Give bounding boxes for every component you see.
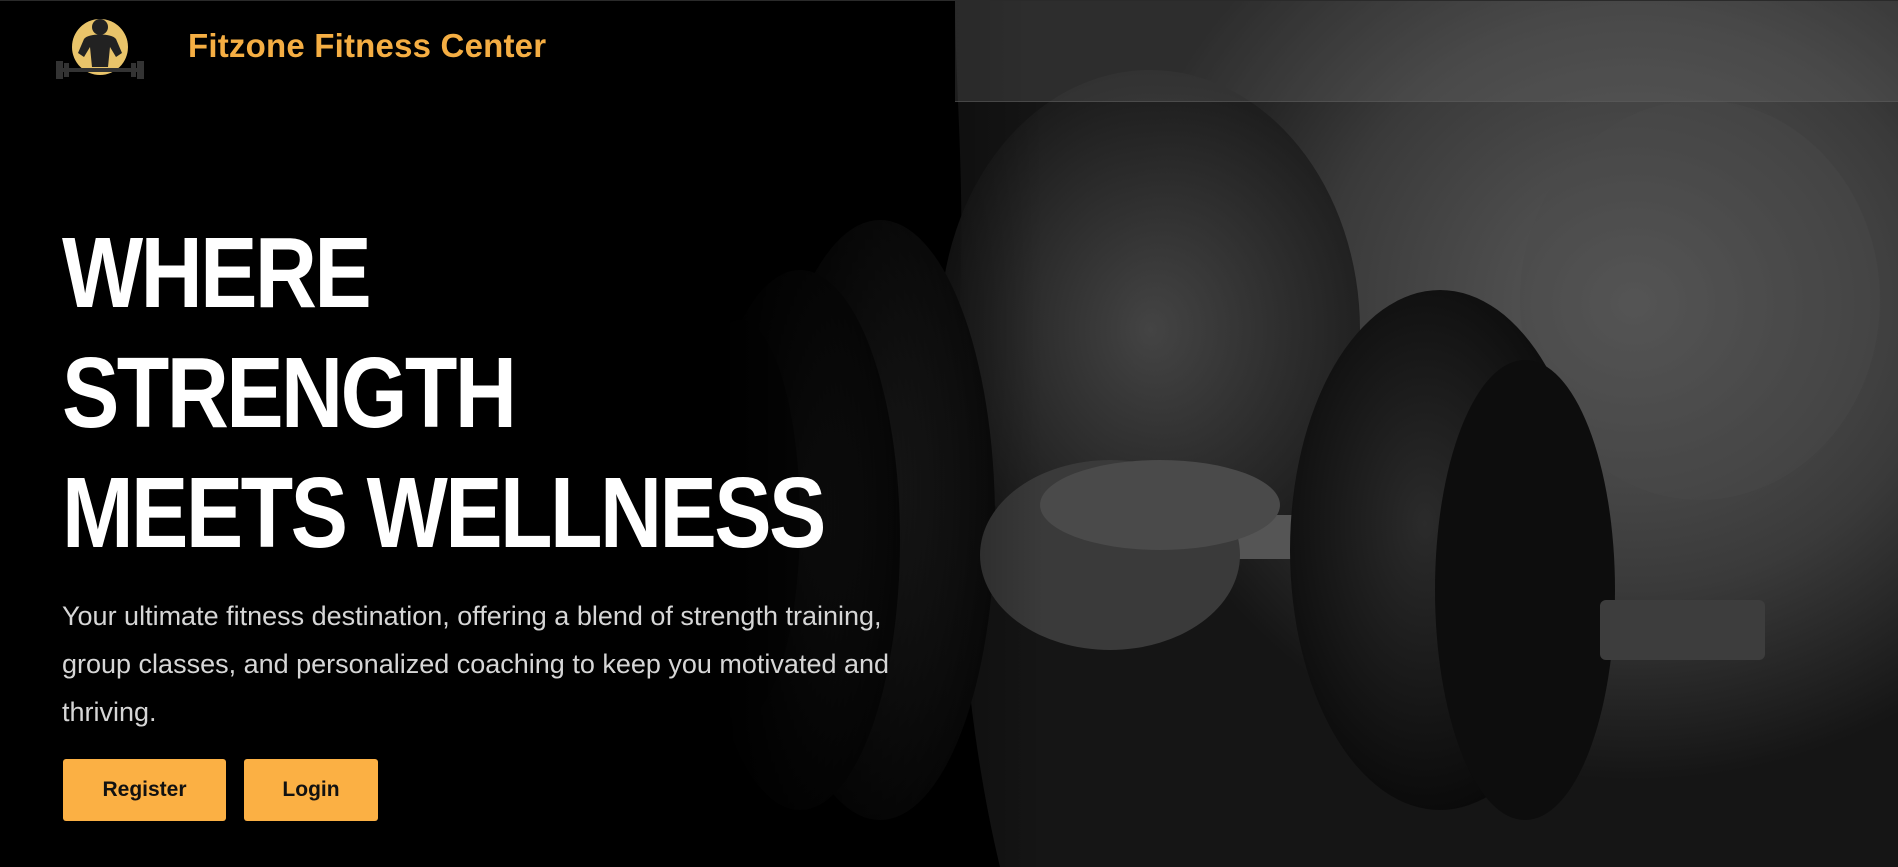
hero-subtitle: Your ultimate fitness destination, offer… — [62, 601, 890, 727]
landing-page: Fitzone Fitness Center WHERE STRENGTH ME… — [0, 0, 1898, 867]
register-button[interactable]: Register — [63, 759, 226, 821]
headline-line-3: MEETS WELLNESS — [62, 457, 826, 569]
headline-line-1: WHERE — [62, 217, 372, 329]
brand-name[interactable]: Fitzone Fitness Center — [188, 27, 546, 65]
bodybuilder-barbell-logo-icon[interactable] — [54, 13, 146, 85]
hero-headline: WHERE STRENGTH MEETS WELLNESS — [62, 213, 826, 573]
login-button[interactable]: Login — [244, 759, 378, 821]
top-navigation-bar: Fitzone Fitness Center — [0, 0, 1898, 102]
header-overlay — [955, 1, 1898, 102]
headline-line-2: STRENGTH — [62, 337, 517, 449]
